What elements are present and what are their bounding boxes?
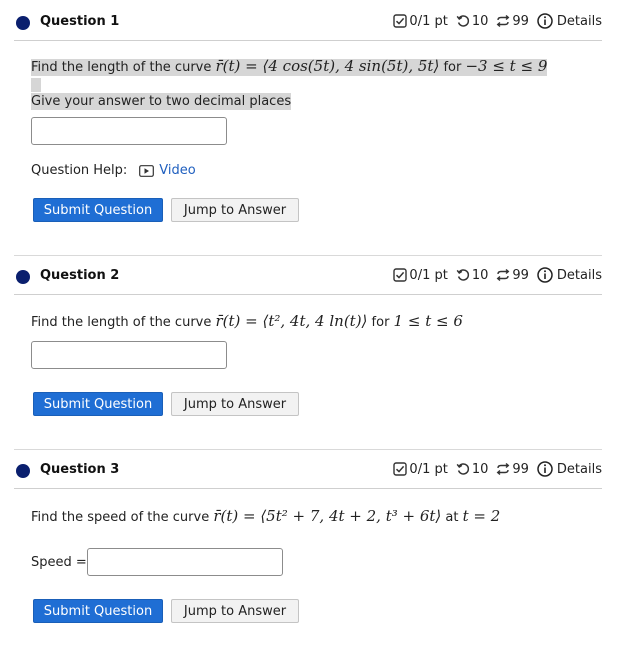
info-icon — [537, 267, 553, 283]
highlight-gap — [31, 78, 41, 92]
question-status-dot — [16, 464, 30, 478]
curve-expression: r̄(t) = ⟨4 cos(5t), 4 sin(5t), 5t⟩ — [215, 57, 440, 75]
question-prompt: Find the length of the curve r̄(t) = ⟨t²… — [31, 312, 463, 330]
attempts: 99 — [496, 462, 529, 477]
video-link[interactable]: Video — [139, 163, 196, 178]
score: 0/1 pt — [393, 268, 448, 283]
submit-question-button[interactable]: Submit Question — [33, 599, 163, 623]
checkbox-icon — [393, 462, 408, 476]
details-toggle[interactable]: Details — [537, 13, 602, 29]
retries: 10 — [456, 14, 488, 29]
question-title: Question 1 — [40, 14, 120, 29]
attempts: 99 — [496, 268, 529, 283]
undo-icon — [456, 269, 469, 281]
question-title: Question 2 — [40, 268, 120, 283]
jump-to-answer-button[interactable]: Jump to Answer — [171, 392, 299, 416]
question-prompt: Find the length of the curve r̄(t) = ⟨4 … — [31, 57, 548, 76]
question-divider — [14, 255, 602, 256]
question-prompt: Find the speed of the curve r̄(t) = ⟨5t²… — [31, 507, 501, 525]
parameter-range: t = 2 — [462, 507, 501, 525]
repeat-icon — [497, 268, 510, 282]
submit-question-button[interactable]: Submit Question — [33, 198, 163, 222]
checkbox-icon — [393, 14, 408, 28]
answer-input[interactable] — [31, 341, 227, 369]
jump-to-answer-button[interactable]: Jump to Answer — [171, 599, 299, 623]
curve-expression: r̄(t) = ⟨t², 4t, 4 ln(t)⟩ — [215, 312, 368, 330]
header-separator — [14, 40, 602, 41]
speed-label: Speed = — [31, 555, 87, 570]
instruction: Give your answer to two decimal places — [31, 93, 292, 110]
question-meta: 0/1 pt 10 99 Details — [393, 13, 602, 29]
jump-to-answer-button[interactable]: Jump to Answer — [171, 198, 299, 222]
curve-expression: r̄(t) = ⟨5t² + 7, 4t + 2, t³ + 6t⟩ — [213, 507, 442, 525]
question-header: Question 2 0/1 pt 10 99 Details — [14, 264, 602, 294]
checkbox-icon — [393, 268, 408, 282]
play-icon — [139, 164, 155, 177]
answer-input[interactable] — [31, 117, 227, 145]
question-header: Question 3 0/1 pt 10 99 Details — [14, 458, 602, 488]
question-help: Question Help: Video — [31, 163, 196, 178]
score: 0/1 pt — [393, 14, 448, 29]
submit-question-button[interactable]: Submit Question — [33, 392, 163, 416]
question-meta: 0/1 pt 10 99 Details — [393, 267, 602, 283]
repeat-icon — [497, 462, 510, 476]
undo-icon — [456, 463, 469, 475]
info-icon — [537, 461, 553, 477]
parameter-range: −3 ≤ t ≤ 9 — [465, 57, 548, 75]
question-title: Question 3 — [40, 462, 120, 477]
speed-input[interactable] — [87, 548, 283, 576]
info-icon — [537, 13, 553, 29]
question-meta: 0/1 pt 10 99 Details — [393, 461, 602, 477]
details-toggle[interactable]: Details — [537, 267, 602, 283]
score: 0/1 pt — [393, 462, 448, 477]
attempts: 99 — [496, 14, 529, 29]
retries: 10 — [456, 268, 488, 283]
question-header: Question 1 0/1 pt 10 99 Details — [14, 10, 602, 40]
parameter-range: 1 ≤ t ≤ 6 — [393, 312, 463, 330]
question-divider — [14, 449, 602, 450]
details-toggle[interactable]: Details — [537, 461, 602, 477]
header-separator — [14, 294, 602, 295]
question-status-dot — [16, 270, 30, 284]
question-status-dot — [16, 16, 30, 30]
header-separator — [14, 488, 602, 489]
undo-icon — [456, 15, 469, 27]
retries: 10 — [456, 462, 488, 477]
repeat-icon — [497, 14, 510, 28]
